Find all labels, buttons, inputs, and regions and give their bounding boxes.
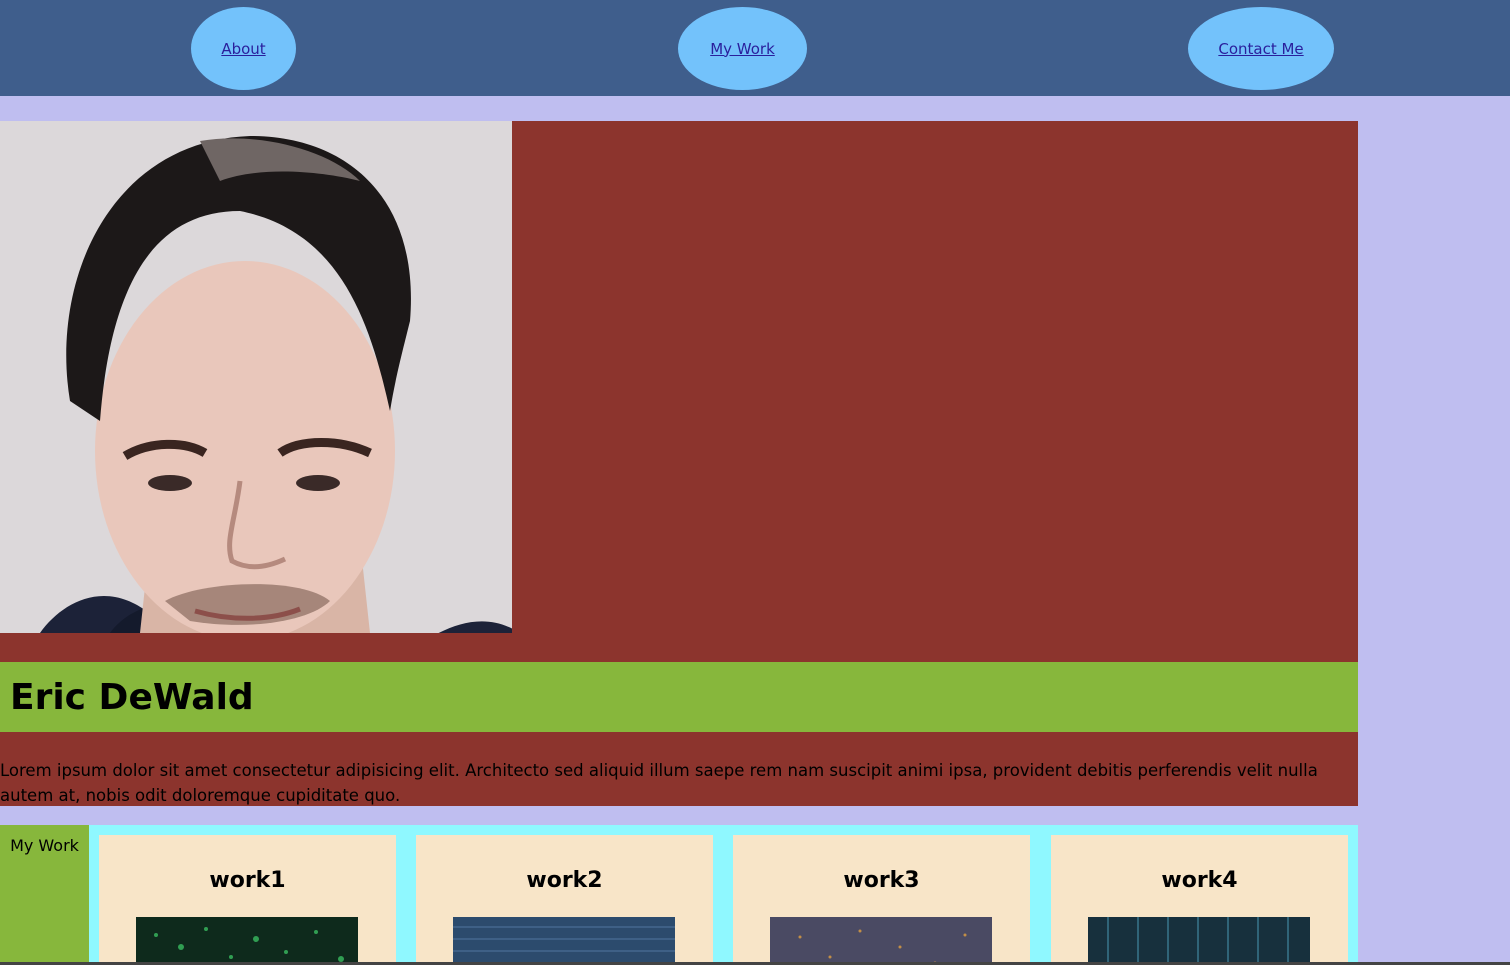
work-card-1[interactable]: work1	[99, 835, 396, 965]
work-card-4[interactable]: work4	[1051, 835, 1348, 965]
work-section-label: My Work	[0, 825, 89, 965]
work-thumbnail-1[interactable]	[136, 917, 358, 965]
work-card-title: work3	[843, 868, 920, 893]
bio-text: Lorem ipsum dolor sit amet consectetur a…	[0, 761, 1318, 805]
bio-section: Lorem ipsum dolor sit amet consectetur a…	[0, 732, 1358, 806]
work-card-title: work2	[526, 868, 603, 893]
nav-link-about[interactable]: About	[191, 7, 296, 90]
work-card-3[interactable]: work3	[733, 835, 1030, 965]
hero-section	[0, 121, 1358, 662]
work-card-title: work1	[209, 868, 286, 893]
work-thumbnail-2[interactable]	[453, 917, 675, 965]
profile-name: Eric DeWald	[10, 676, 254, 718]
nav-link-contact[interactable]: Contact Me	[1188, 7, 1334, 90]
work-card-2[interactable]: work2	[416, 835, 713, 965]
profile-photo	[0, 121, 512, 633]
work-thumbnail-3[interactable]	[770, 917, 992, 965]
navbar: About My Work Contact Me	[0, 0, 1510, 96]
nav-link-my-work[interactable]: My Work	[678, 7, 807, 90]
work-card-title: work4	[1161, 868, 1238, 893]
name-banner: Eric DeWald	[0, 662, 1358, 732]
work-thumbnail-4[interactable]	[1088, 917, 1310, 965]
work-section: My Work work1 work2 work3 work4	[0, 825, 1358, 965]
